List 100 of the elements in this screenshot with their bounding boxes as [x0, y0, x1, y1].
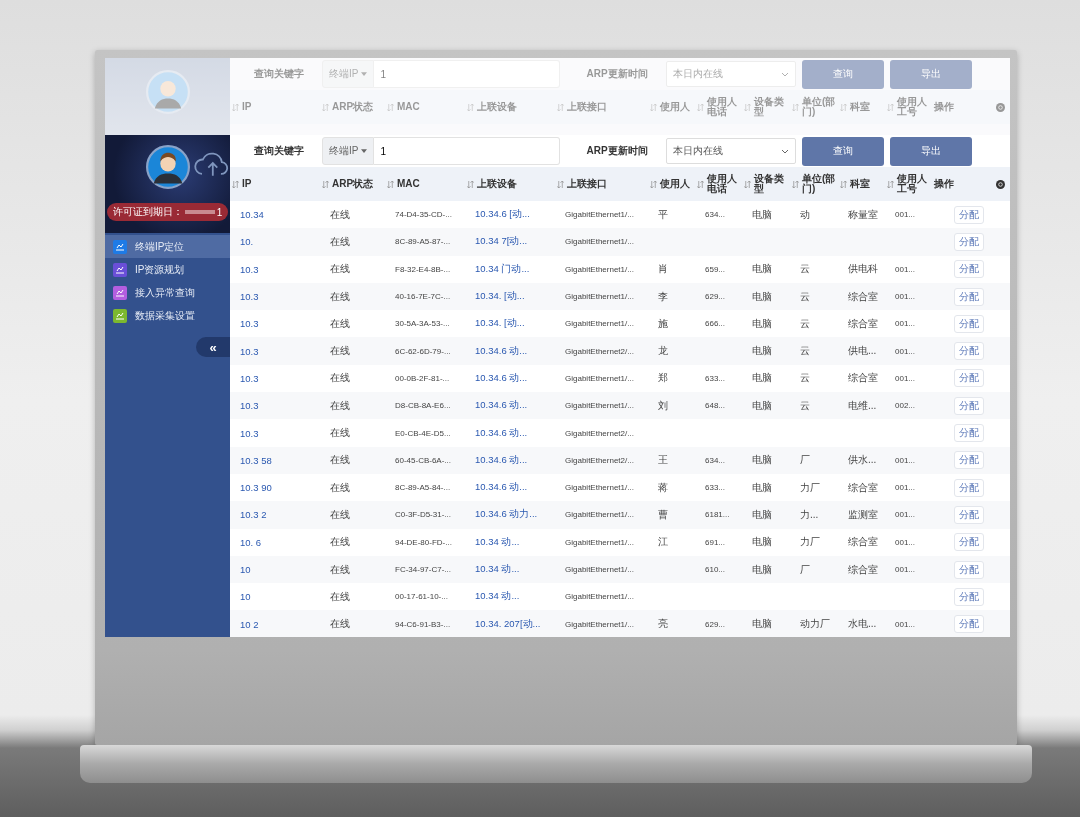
table-link[interactable]: 10.3 58	[240, 454, 272, 466]
sort-icon[interactable]	[697, 103, 704, 111]
table-link[interactable]: 10	[240, 564, 251, 575]
sort-icon[interactable]	[467, 103, 474, 111]
assign-button[interactable]: 分配	[954, 232, 984, 251]
menu-item[interactable]: 终端IP定位	[105, 235, 230, 258]
settings-icon[interactable]	[995, 179, 1005, 189]
mode-dropdown[interactable]: 终端IP	[322, 137, 375, 165]
table-cell: 称量室	[848, 207, 878, 222]
sort-icon[interactable]	[322, 103, 329, 111]
table-link[interactable]: 10.3	[240, 263, 259, 275]
assign-button[interactable]: 分配	[954, 314, 984, 333]
sort-icon[interactable]	[697, 180, 704, 188]
table-cell: 综合室	[848, 289, 878, 304]
table-link[interactable]: 10.34.6 动...	[475, 481, 528, 495]
table-link[interactable]: 10.34. [动...	[475, 317, 525, 331]
sort-icon[interactable]	[387, 103, 394, 111]
table-cell: GigabitEthernet1/...	[565, 210, 634, 220]
sort-icon[interactable]	[887, 180, 894, 188]
table-link[interactable]: 10	[240, 591, 251, 603]
table-link[interactable]: 10.3 90	[240, 482, 272, 494]
sort-icon[interactable]	[792, 103, 799, 111]
sort-icon[interactable]	[387, 180, 394, 188]
table-link[interactable]: 10.34 动...	[475, 563, 520, 576]
sort-icon[interactable]	[887, 103, 894, 111]
table-cell: 在线	[330, 535, 350, 550]
table-link[interactable]: 10.34.6 动力...	[475, 508, 538, 522]
table-cell: FC-34-97-C7-...	[395, 565, 451, 574]
license-badge: 许可证到期日： 1	[106, 203, 229, 221]
table-link[interactable]: 10.34 动...	[475, 590, 520, 604]
sort-icon[interactable]	[650, 180, 657, 188]
table-cell: 在线	[330, 371, 350, 386]
table-cell: 001...	[895, 565, 915, 574]
table-link[interactable]: 10.34.6 动...	[475, 371, 528, 385]
menu-item[interactable]: 数据采集设置	[105, 304, 230, 327]
table-cell: 002...	[895, 401, 915, 411]
assign-button[interactable]: 分配	[954, 615, 984, 634]
sort-icon[interactable]	[650, 103, 657, 111]
keyword-field[interactable]: 1	[374, 137, 561, 165]
assign-button[interactable]: 分配	[954, 342, 984, 361]
sort-icon[interactable]	[840, 103, 847, 111]
sort-icon[interactable]	[557, 103, 564, 111]
table-link[interactable]: 10 2	[240, 618, 259, 630]
assign-button[interactable]: 分配	[954, 505, 984, 524]
column-header: 使用人电话	[707, 173, 738, 195]
table-link[interactable]: 10.3 2	[240, 509, 267, 521]
time-dropdown[interactable]: 本日内在线	[665, 138, 796, 164]
assign-button[interactable]: 分配	[954, 424, 984, 442]
action-button[interactable]: 导出	[889, 136, 972, 166]
sort-icon[interactable]	[232, 180, 239, 188]
sort-icon[interactable]	[840, 180, 847, 188]
table-link[interactable]: 10.34. [动...	[475, 290, 525, 304]
assign-button[interactable]: 分配	[954, 560, 984, 579]
assign-button[interactable]: 分配	[954, 369, 984, 388]
table-link[interactable]: 10.34.6 [动...	[475, 208, 530, 222]
menu-item[interactable]: 接入异常查询	[105, 281, 230, 304]
assign-button[interactable]: 分配	[954, 451, 984, 470]
sort-icon[interactable]	[744, 103, 751, 111]
sort-icon[interactable]	[467, 180, 474, 188]
collapse-button[interactable]: «	[196, 337, 230, 357]
table-link[interactable]: 10.34 7[动...	[475, 235, 528, 249]
menu-item[interactable]: IP资源规划	[105, 258, 230, 281]
column-header: 使用人工号	[897, 173, 928, 195]
sort-icon[interactable]	[744, 180, 751, 188]
assign-button[interactable]: 分配	[954, 587, 984, 606]
action-button[interactable]: 查询	[801, 136, 884, 166]
table-link[interactable]: 10.34 动...	[475, 535, 520, 549]
assign-button[interactable]: 分配	[954, 478, 984, 497]
table-link[interactable]: 10.3	[240, 345, 259, 357]
table-cell: 电脑	[752, 507, 772, 522]
assign-button[interactable]: 分配	[954, 396, 984, 415]
column-header: MAC	[397, 178, 421, 190]
table-link[interactable]: 10.34.6 动...	[475, 399, 528, 413]
table-link[interactable]: 10.3	[240, 372, 259, 384]
assign-button[interactable]: 分配	[954, 260, 984, 279]
sort-icon[interactable]	[232, 103, 239, 111]
assign-button[interactable]: 分配	[954, 533, 984, 552]
assign-button[interactable]: 分配	[954, 205, 984, 224]
table-link[interactable]: 10.3	[240, 318, 259, 330]
table-cell: 电脑	[752, 289, 772, 304]
assign-button[interactable]: 分配	[954, 287, 984, 306]
table-cell: 在线	[330, 289, 350, 304]
sort-icon[interactable]	[557, 180, 564, 188]
table-link[interactable]: 10. 6	[240, 536, 262, 548]
table-link[interactable]: 10.3	[240, 291, 259, 303]
table-cell: C0-3F-D5-31-...	[395, 510, 451, 520]
table-link[interactable]: 10.34	[240, 209, 264, 221]
table-cell: 8C-89-A5-84-...	[395, 483, 451, 493]
table-link[interactable]: 10.3	[240, 427, 259, 439]
table-link[interactable]: 10.	[240, 236, 254, 248]
table-link[interactable]: 10.34.6 动...	[475, 344, 528, 358]
table-link[interactable]: 10.34.6 动...	[475, 453, 528, 467]
keyword-field[interactable]: 1	[374, 60, 561, 88]
table-link[interactable]: 10.34. 207[动...	[475, 617, 541, 631]
table-link[interactable]: 10.3	[240, 400, 259, 412]
column-header: ARP状态	[332, 101, 375, 113]
table-link[interactable]: 10.34 门动...	[475, 262, 530, 276]
sort-icon[interactable]	[792, 180, 799, 188]
sort-icon[interactable]	[322, 180, 329, 188]
table-link[interactable]: 10.34.6 动...	[475, 426, 528, 440]
